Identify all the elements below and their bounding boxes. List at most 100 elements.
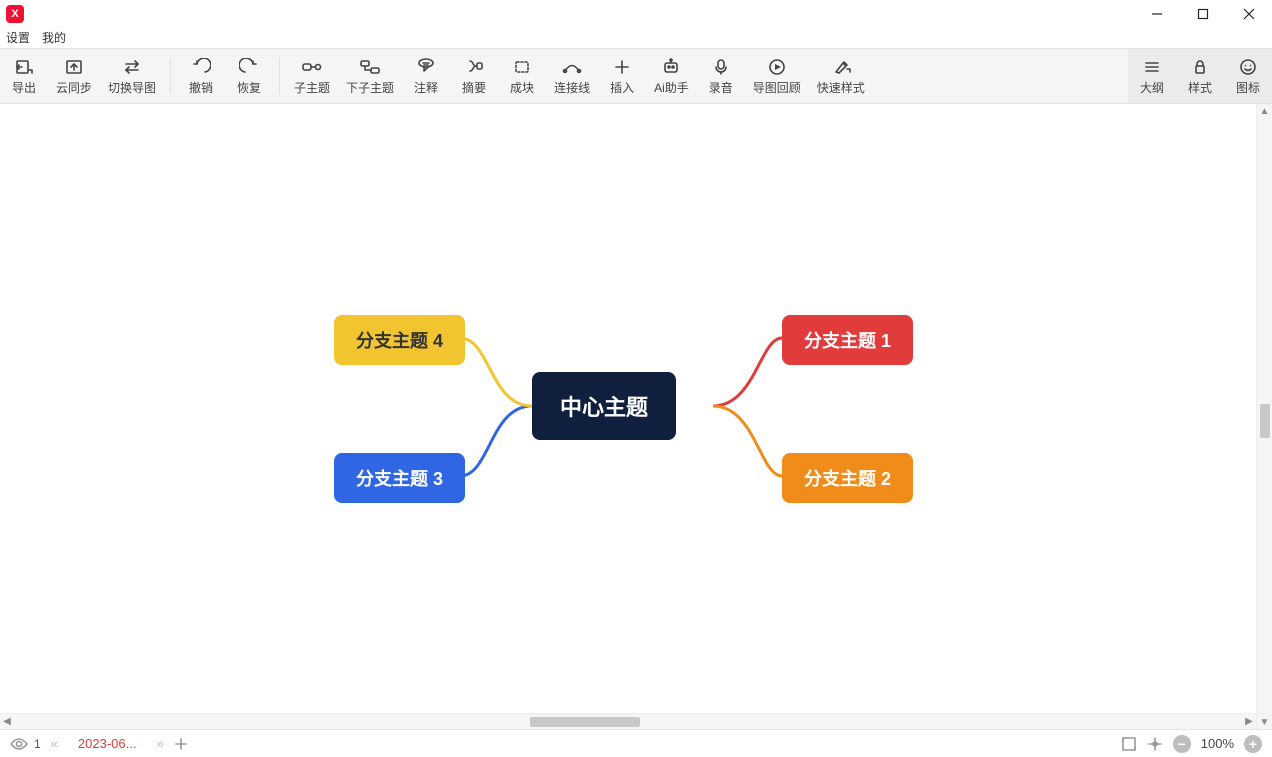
horizontal-scrollbar-thumb[interactable]	[530, 717, 640, 727]
relationship-label: 连接线	[554, 79, 590, 96]
cloud-sync-icon	[64, 57, 84, 77]
tabbar: 1 « 2023-06... » − 100% +	[0, 729, 1272, 757]
vertical-scrollbar[interactable]: ▲ ▼	[1256, 104, 1272, 729]
note-label: 注释	[414, 79, 438, 96]
minimize-button[interactable]	[1134, 0, 1180, 28]
sheet-tab-active[interactable]: 2023-06...	[68, 732, 147, 755]
tabbar-left: 1 « 2023-06... »	[10, 732, 188, 755]
summary-button[interactable]: 摘要	[450, 49, 498, 103]
view-count[interactable]: 1	[10, 737, 41, 751]
export-icon	[14, 57, 34, 77]
undo-button[interactable]: 撤销	[177, 49, 225, 103]
quick-style-icon	[831, 57, 851, 77]
subtopic-icon	[301, 57, 323, 77]
cloud-sync-label: 云同步	[56, 79, 92, 96]
export-button[interactable]: 导出	[0, 49, 48, 103]
canvas[interactable]: 中心主题 分支主题 1 分支主题 2 分支主题 3 分支主题 4 ▲ ▼ ◀ ▶	[0, 104, 1272, 729]
ai-assistant-icon	[661, 57, 681, 77]
fullscreen-button[interactable]	[1121, 736, 1137, 752]
insert-label: 插入	[610, 79, 634, 96]
summary-label: 摘要	[462, 79, 486, 96]
mindmap: 中心主题 分支主题 1 分支主题 2 分支主题 3 分支主题 4	[0, 104, 1256, 713]
add-sheet-button[interactable]	[174, 737, 188, 751]
relationship-icon	[561, 57, 583, 77]
sub-subtopic-label: 下子主题	[346, 79, 394, 96]
branch-node-2[interactable]: 分支主题 2	[782, 453, 913, 503]
review-icon	[768, 57, 786, 77]
branch-node-1[interactable]: 分支主题 1	[782, 315, 913, 365]
icon-label: 图标	[1236, 79, 1260, 96]
redo-button[interactable]: 恢复	[225, 49, 273, 103]
ai-assistant-button[interactable]: Ai助手	[646, 49, 697, 103]
titlebar: X	[0, 0, 1272, 28]
review-label: 导图回顾	[753, 79, 801, 96]
outline-icon	[1143, 57, 1161, 77]
block-label: 成块	[510, 79, 534, 96]
zoom-in-button[interactable]: +	[1244, 735, 1262, 753]
outline-button[interactable]: 大纲	[1128, 49, 1176, 103]
scroll-left-icon[interactable]: ◀	[0, 714, 14, 729]
cloud-sync-button[interactable]: 云同步	[48, 49, 100, 103]
style-icon	[1191, 57, 1209, 77]
toolbar-separator	[279, 57, 280, 95]
block-button[interactable]: 成块	[498, 49, 546, 103]
sub-subtopic-button[interactable]: 下子主题	[338, 49, 402, 103]
branch-node-4[interactable]: 分支主题 4	[334, 315, 465, 365]
note-icon	[416, 57, 436, 77]
eye-icon	[10, 737, 28, 751]
horizontal-scrollbar[interactable]: ◀ ▶	[0, 713, 1256, 729]
quick-style-label: 快速样式	[817, 79, 865, 96]
app-logo-icon: X	[6, 5, 24, 23]
sub-subtopic-icon	[359, 57, 381, 77]
redo-icon	[239, 57, 259, 77]
branch-node-3[interactable]: 分支主题 3	[334, 453, 465, 503]
close-button[interactable]	[1226, 0, 1272, 28]
menu-mine[interactable]: 我的	[42, 29, 66, 46]
review-button[interactable]: 导图回顾	[745, 49, 809, 103]
sheet-next-button[interactable]: »	[156, 736, 163, 751]
export-label: 导出	[12, 79, 36, 96]
window-controls	[1134, 0, 1272, 28]
central-topic-node[interactable]: 中心主题	[532, 372, 676, 440]
zoom-percent[interactable]: 100%	[1201, 736, 1234, 751]
zoom-out-button[interactable]: −	[1173, 735, 1191, 753]
undo-label: 撤销	[189, 79, 213, 96]
toolbar-separator	[170, 57, 171, 95]
summary-icon	[464, 57, 484, 77]
record-label: 录音	[709, 79, 733, 96]
quick-style-button[interactable]: 快速样式	[809, 49, 873, 103]
icon-icon	[1239, 57, 1257, 77]
fit-to-screen-button[interactable]	[1147, 736, 1163, 752]
insert-icon	[613, 57, 631, 77]
icon-button[interactable]: 图标	[1224, 49, 1272, 103]
menu-settings[interactable]: 设置	[6, 29, 30, 46]
subtopic-button[interactable]: 子主题	[286, 49, 338, 103]
scroll-right-icon[interactable]: ▶	[1242, 714, 1256, 729]
note-button[interactable]: 注释	[402, 49, 450, 103]
menubar: 设置 我的	[0, 28, 1272, 48]
relationship-button[interactable]: 连接线	[546, 49, 598, 103]
undo-icon	[191, 57, 211, 77]
subtopic-label: 子主题	[294, 79, 330, 96]
outline-label: 大纲	[1140, 79, 1164, 96]
redo-label: 恢复	[237, 79, 261, 96]
record-button[interactable]: 录音	[697, 49, 745, 103]
style-label: 样式	[1188, 79, 1212, 96]
titlebar-left: X	[6, 5, 24, 23]
view-count-value: 1	[34, 737, 41, 751]
style-button[interactable]: 样式	[1176, 49, 1224, 103]
maximize-button[interactable]	[1180, 0, 1226, 28]
block-icon	[512, 57, 532, 77]
toolbar-right: 大纲 样式 图标	[1128, 49, 1272, 103]
scroll-up-icon[interactable]: ▲	[1257, 104, 1272, 118]
vertical-scrollbar-thumb[interactable]	[1260, 404, 1270, 438]
insert-button[interactable]: 插入	[598, 49, 646, 103]
record-icon	[712, 57, 730, 77]
switch-map-button[interactable]: 切换导图	[100, 49, 164, 103]
tabbar-right: − 100% +	[1121, 735, 1262, 753]
toolbar: 导出 云同步 切换导图 撤销 恢复 子主题 下子主题	[0, 48, 1272, 104]
scroll-down-icon[interactable]: ▼	[1257, 715, 1272, 729]
ai-assistant-label: Ai助手	[654, 79, 689, 96]
sheet-prev-button[interactable]: «	[51, 736, 58, 751]
switch-map-label: 切换导图	[108, 79, 156, 96]
